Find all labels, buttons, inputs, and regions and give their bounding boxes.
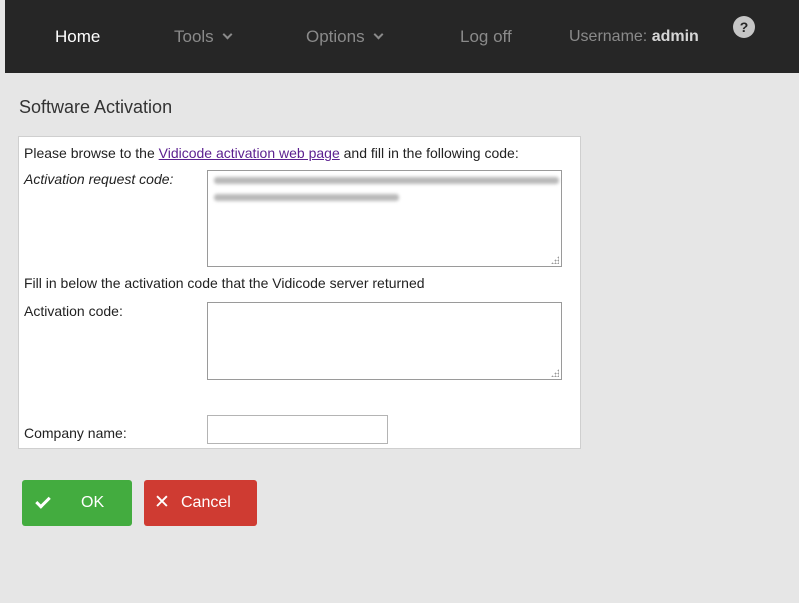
blurred-code-line: [214, 177, 559, 184]
ok-button[interactable]: OK: [22, 480, 132, 526]
company-name-label: Company name:: [24, 425, 127, 441]
nav-options-label: Options: [306, 27, 365, 46]
nav-tools-label: Tools: [174, 27, 214, 46]
request-code-label: Activation request code:: [24, 171, 174, 187]
intro-text-before: Please browse to the: [24, 145, 159, 161]
intro-text-after: and fill in the following code:: [339, 145, 519, 161]
nav-home[interactable]: Home: [55, 26, 100, 48]
activation-code-label: Activation code:: [24, 303, 123, 319]
username-value: admin: [651, 28, 699, 45]
activation-panel: Please browse to the Vidicode activation…: [18, 136, 581, 449]
nav-options-menu[interactable]: Options: [306, 26, 384, 48]
cancel-button-label: Cancel: [181, 494, 231, 511]
fill-in-instructions: Fill in below the activation code that t…: [24, 275, 425, 291]
resize-handle[interactable]: [551, 256, 559, 264]
username-label: Username:: [569, 28, 648, 45]
chevron-down-icon: [373, 29, 384, 40]
resize-handle[interactable]: [551, 369, 559, 377]
question-circle-icon[interactable]: ?: [733, 16, 755, 38]
page: Home Tools Options Log off Username: adm…: [0, 0, 799, 603]
x-icon: ✕: [154, 492, 170, 513]
blurred-code-line: [214, 194, 399, 201]
ok-button-label: OK: [81, 494, 105, 511]
top-navbar: Home Tools Options Log off Username: adm…: [5, 0, 799, 73]
activation-web-page-link[interactable]: Vidicode activation web page: [159, 145, 340, 161]
nav-logoff[interactable]: Log off: [460, 26, 512, 48]
company-name-input[interactable]: [207, 415, 388, 444]
cancel-button[interactable]: ✕ Cancel: [144, 480, 257, 526]
request-code-textarea[interactable]: [207, 170, 562, 267]
page-title: Software Activation: [19, 97, 173, 117]
check-icon: [35, 493, 51, 509]
username-display: Username: admin: [569, 26, 699, 48]
nav-tools-menu[interactable]: Tools: [174, 26, 233, 48]
intro-text: Please browse to the Vidicode activation…: [24, 145, 519, 161]
chevron-down-icon: [222, 29, 233, 40]
activation-code-textarea[interactable]: [207, 302, 562, 380]
